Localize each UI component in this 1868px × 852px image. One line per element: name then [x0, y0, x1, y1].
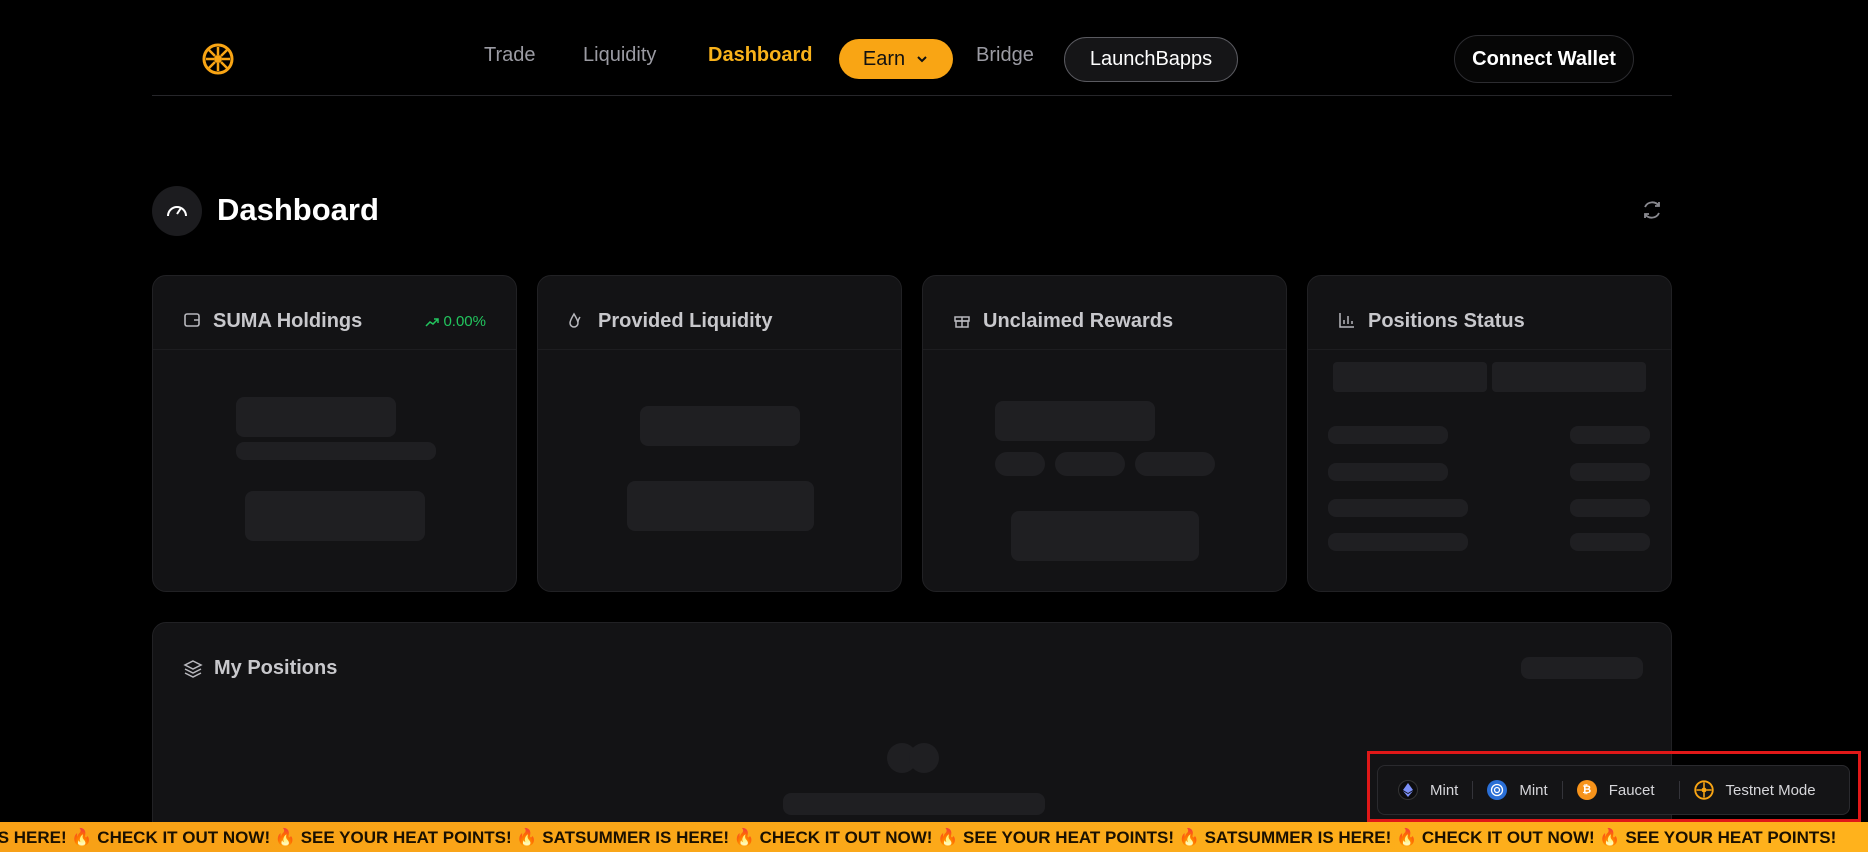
skeleton-line	[1570, 426, 1650, 444]
skeleton-block	[783, 793, 1045, 815]
nav-bridge[interactable]: Bridge	[976, 44, 1034, 67]
ethereum-icon	[1398, 780, 1418, 800]
ticker-text: R IS HERE! 🔥 CHECK IT OUT NOW! 🔥 SEE YOU…	[0, 828, 1837, 847]
skeleton-pill	[995, 452, 1045, 476]
skeleton-block	[1521, 657, 1643, 679]
bitcoin-icon: ₿	[1576, 780, 1597, 800]
mint-eth-label: Mint	[1430, 781, 1459, 799]
holdings-change-value: 0.00%	[443, 313, 486, 330]
wallet-icon	[184, 313, 200, 327]
mint-eth-button[interactable]: Mint	[1398, 778, 1458, 802]
skeleton-line	[1570, 499, 1650, 517]
card-title: Provided Liquidity	[598, 310, 773, 332]
earn-dropdown-button[interactable]: Earn	[839, 39, 953, 79]
gift-icon	[954, 316, 970, 328]
testnet-toolbar: Mint Mint ₿ Faucet Testnet Mode	[1377, 765, 1850, 815]
top-navbar: Trade Liquidity Dashboard Earn Bridge La…	[152, 0, 1672, 96]
faucet-label: Faucet	[1608, 781, 1655, 799]
droplets-icon	[569, 312, 581, 328]
provided-liquidity-card: Provided Liquidity	[537, 275, 902, 592]
mint-usd-button[interactable]: Mint	[1487, 778, 1548, 802]
unclaimed-rewards-card: Unclaimed Rewards	[922, 275, 1287, 592]
skeleton-block	[640, 406, 800, 446]
testnet-mode-toggle[interactable]: Testnet Mode	[1693, 778, 1816, 802]
skeleton-line	[1570, 463, 1650, 481]
skeleton-block	[1011, 511, 1199, 561]
skeleton-block	[995, 401, 1155, 441]
launch-bapps-button[interactable]: LaunchBapps	[1064, 37, 1238, 82]
trend-up-icon	[425, 317, 440, 327]
positions-status-card: Positions Status	[1307, 275, 1672, 592]
dashboard-icon-badge	[152, 186, 202, 236]
chevron-down-icon	[917, 56, 927, 63]
skeleton-pill	[1135, 452, 1215, 476]
bar-chart-icon	[1339, 313, 1354, 328]
divider	[1678, 781, 1680, 799]
card-title: SUMA Holdings	[213, 310, 363, 332]
skeleton-line	[1328, 426, 1448, 444]
card-header: Positions Status	[1308, 276, 1671, 350]
skeleton-block	[236, 397, 396, 437]
testnet-mode-label: Testnet Mode	[1725, 781, 1816, 799]
skeleton-line	[1328, 499, 1468, 517]
skeleton-line	[1570, 533, 1650, 551]
skeleton-tab	[1333, 362, 1487, 392]
card-title: Unclaimed Rewards	[983, 310, 1174, 332]
divider	[1561, 781, 1563, 799]
card-header: Unclaimed Rewards	[923, 276, 1286, 350]
holdings-change-badge: 0.00%	[425, 313, 486, 330]
promo-ticker[interactable]: R IS HERE! 🔥 CHECK IT OUT NOW! 🔥 SEE YOU…	[0, 822, 1868, 852]
card-header: SUMA Holdings 0.00%	[153, 276, 516, 350]
main-nav: Trade Liquidity Dashboard Earn Bridge La…	[152, 0, 1672, 96]
faucet-button[interactable]: ₿ Faucet	[1576, 778, 1655, 802]
skeleton-pill	[1055, 452, 1125, 476]
positions-title: My Positions	[214, 657, 338, 679]
divider	[1472, 781, 1474, 799]
suma-holdings-card: SUMA Holdings 0.00%	[152, 275, 517, 592]
skeleton-block	[236, 442, 436, 460]
speedometer-icon	[167, 206, 187, 217]
skeleton-line	[1328, 533, 1468, 551]
earn-label: Earn	[862, 47, 906, 70]
skeleton-block	[245, 491, 425, 541]
skeleton-tab	[1492, 362, 1646, 392]
nav-dashboard[interactable]: Dashboard	[708, 44, 812, 67]
nav-liquidity[interactable]: Liquidity	[583, 44, 656, 67]
connect-wallet-button[interactable]: Connect Wallet	[1454, 35, 1634, 83]
skeleton-block	[627, 481, 814, 531]
sun-logo-icon	[1693, 780, 1714, 800]
skeleton-circle	[909, 743, 939, 773]
card-header: Provided Liquidity	[538, 276, 901, 350]
card-title: Positions Status	[1368, 310, 1525, 332]
usd-coin-icon	[1487, 780, 1508, 800]
layers-icon	[183, 660, 203, 678]
skeleton-line	[1328, 463, 1448, 481]
nav-trade[interactable]: Trade	[484, 44, 536, 67]
page-title: Dashboard	[217, 192, 379, 227]
mint-usd-label: Mint	[1519, 781, 1548, 799]
refresh-icon[interactable]	[1640, 198, 1664, 222]
